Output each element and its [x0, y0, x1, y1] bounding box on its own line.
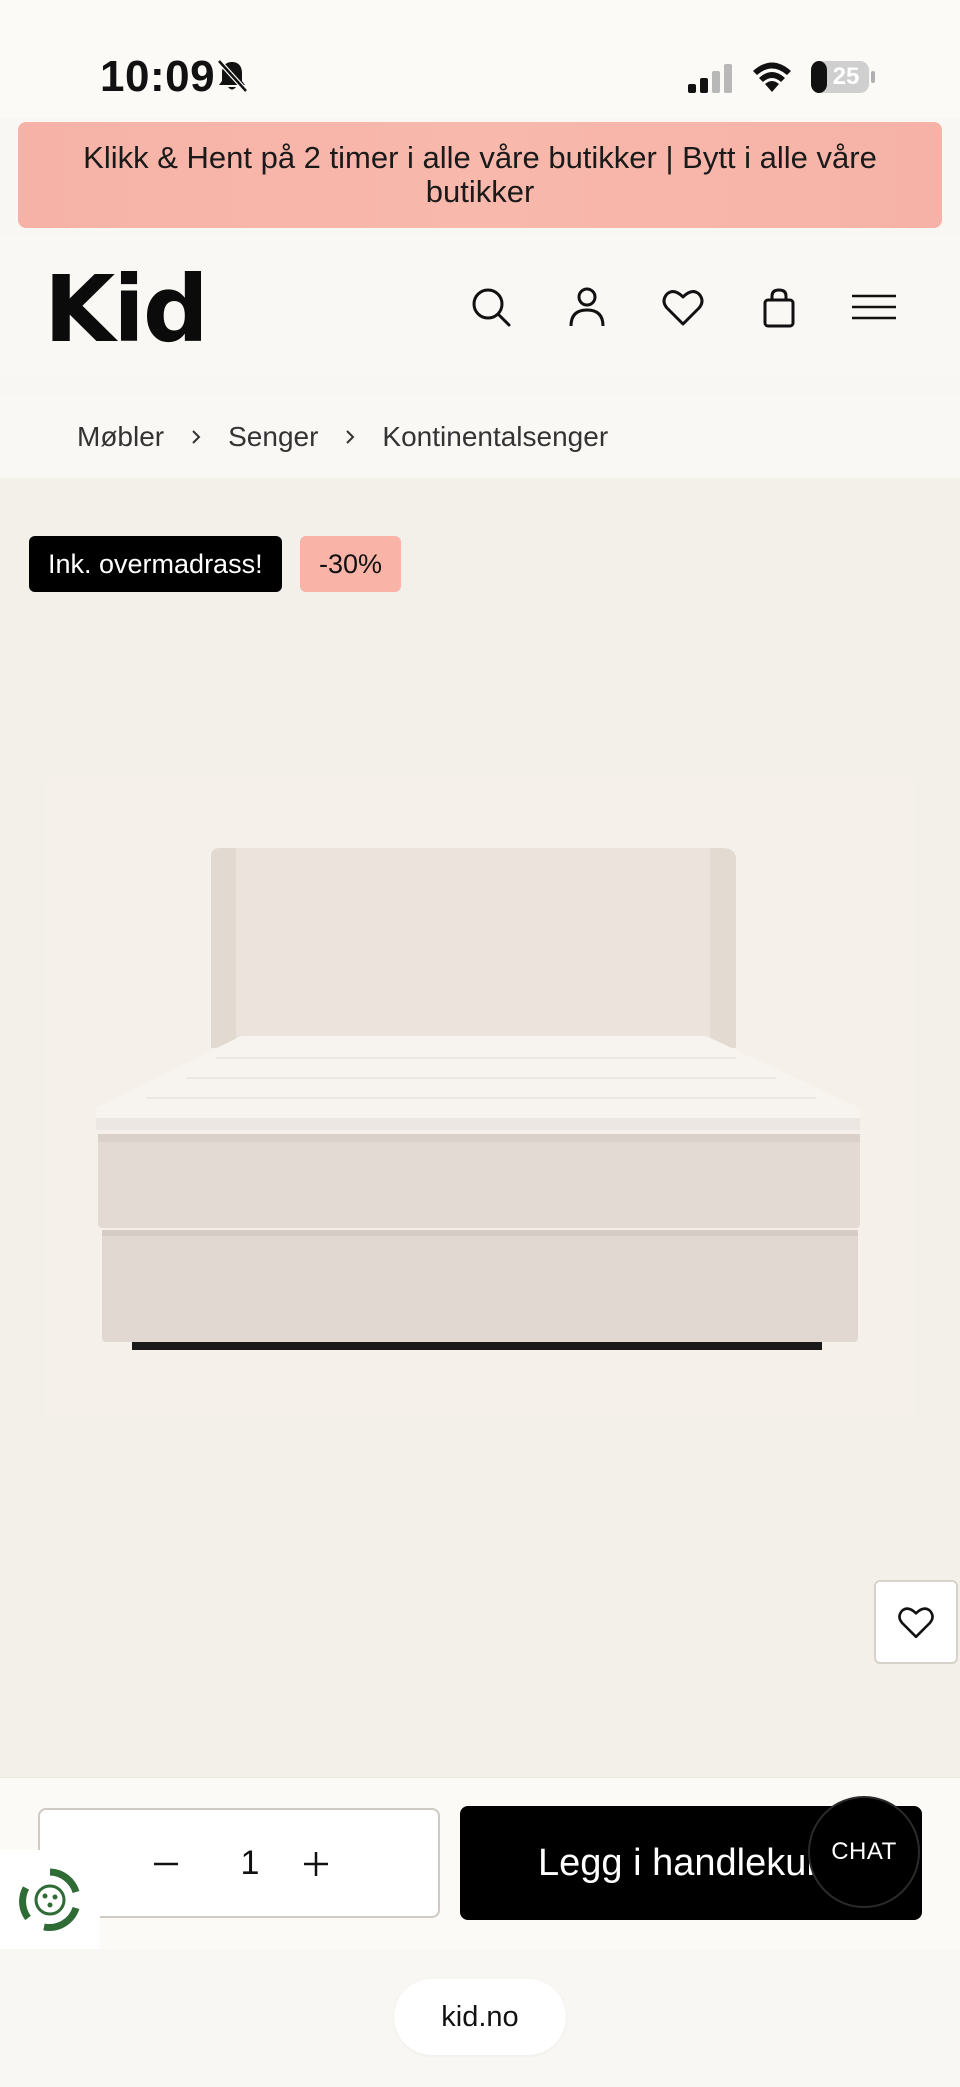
browser-bar: kid.no	[0, 1949, 960, 2087]
signal-icon	[688, 64, 732, 93]
search-icon[interactable]	[468, 284, 514, 330]
chat-label: CHAT	[831, 1838, 897, 1865]
minus-icon	[154, 1862, 178, 1866]
breadcrumb: Møbler Senger Kontinentalsenger	[0, 396, 960, 478]
heart-icon	[898, 1607, 934, 1639]
decrease-quantity-button[interactable]	[148, 1846, 184, 1882]
wifi-icon	[753, 62, 791, 92]
breadcrumb-item[interactable]: Møbler	[77, 421, 164, 453]
breadcrumb-item[interactable]: Kontinentalsenger	[382, 421, 608, 453]
status-bar: 10:09 25	[0, 0, 960, 118]
kid-logo[interactable]: Kid	[44, 256, 209, 363]
url-text: kid.no	[441, 2001, 519, 2033]
bag-icon[interactable]	[756, 284, 802, 330]
wishlist-button[interactable]	[874, 1580, 958, 1664]
bell-muted-icon	[217, 59, 248, 93]
heart-icon[interactable]	[660, 284, 706, 330]
chat-button[interactable]: CHAT	[808, 1796, 920, 1908]
add-to-cart-label: Legg i handlekurv	[538, 1842, 838, 1884]
url-field[interactable]: kid.no	[394, 1979, 566, 2055]
purchase-bar: 1 Legg i handlekurv CHAT	[0, 1777, 960, 1950]
discount-badge: -30%	[300, 536, 402, 592]
site-header: Kid	[0, 236, 960, 376]
product-gallery[interactable]: Ink. overmadrass! -30%	[0, 478, 960, 1778]
feature-badge: Ink. overmadrass!	[29, 536, 282, 592]
promo-text: Klikk & Hent på 2 timer i alle våre buti…	[83, 140, 877, 209]
promo-banner[interactable]: Klikk & Hent på 2 timer i alle våre buti…	[18, 122, 942, 228]
recycle-icon	[19, 1868, 80, 1931]
status-time: 10:09	[100, 52, 216, 101]
plus-icon	[304, 1852, 328, 1876]
eco-badge[interactable]	[0, 1850, 100, 1950]
chevron-right-icon	[346, 430, 355, 444]
battery-level: 25	[832, 63, 860, 90]
increase-quantity-button[interactable]	[298, 1846, 334, 1882]
product-image[interactable]	[46, 778, 914, 1878]
quantity-value[interactable]: 1	[230, 1810, 270, 1916]
menu-icon[interactable]	[850, 284, 898, 330]
chevron-right-icon	[192, 430, 201, 444]
breadcrumb-item[interactable]: Senger	[228, 421, 318, 453]
account-icon[interactable]	[564, 284, 610, 330]
